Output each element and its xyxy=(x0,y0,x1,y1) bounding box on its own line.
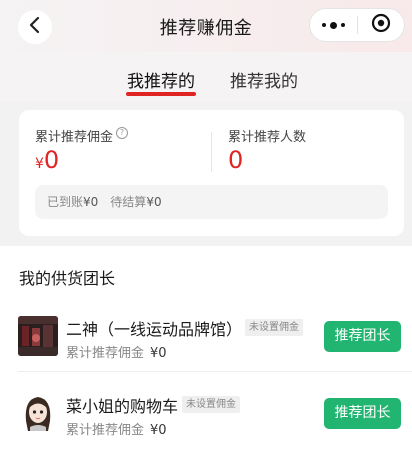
leader-commission: 累计推荐佣金 ¥0 xyxy=(66,419,167,438)
settlement-bar: 已到账¥0 待结算¥0 xyxy=(35,185,388,219)
nav-bar: 推荐赚佣金 xyxy=(0,0,412,52)
commission-label: 累计推荐佣金 xyxy=(35,130,114,145)
tab-recommended-me[interactable]: 推荐我的 xyxy=(230,67,298,92)
avatar xyxy=(18,391,58,431)
section-title: 我的供货团长 xyxy=(19,269,116,288)
stat-divider xyxy=(211,132,212,172)
commission-status-tag: 未设置佣金 xyxy=(245,319,303,336)
target-close-icon xyxy=(371,13,391,37)
tab-bar: 我推荐的 推荐我的 xyxy=(0,52,412,102)
tab-my-recommended[interactable]: 我推荐的 xyxy=(127,67,195,92)
leader-commission: 累计推荐佣金 ¥0 xyxy=(66,342,167,361)
close-button[interactable] xyxy=(358,9,405,41)
summary-card: 累计推荐佣金 ? ¥0 累计推荐人数 0 已到账¥0 待结算¥0 xyxy=(19,110,404,236)
leader-commission-label: 累计推荐佣金 xyxy=(66,346,145,361)
miniapp-capsule xyxy=(309,8,405,42)
recommend-leader-button[interactable]: 推荐团长 xyxy=(324,321,401,352)
more-dots-icon xyxy=(321,21,345,29)
arrived-label: 已到账 xyxy=(47,195,84,209)
list-item: 菜小姐的购物车 未设置佣金 累计推荐佣金 ¥0 推荐团长 xyxy=(0,391,412,454)
people-label: 累计推荐人数 xyxy=(228,130,307,145)
pending-label: 待结算 xyxy=(110,195,147,209)
help-icon[interactable]: ? xyxy=(116,127,128,139)
more-button[interactable] xyxy=(310,9,357,41)
active-tab-indicator xyxy=(126,92,196,96)
avatar xyxy=(18,316,58,356)
commission-amount: 0 xyxy=(43,146,60,174)
commission-status-tag: 未设置佣金 xyxy=(182,396,240,413)
leader-name: 菜小姐的购物车 xyxy=(66,397,179,416)
leader-commission-label: 累计推荐佣金 xyxy=(66,423,145,438)
leader-commission-value: ¥0 xyxy=(150,346,167,361)
commission-value: ¥0 xyxy=(35,146,59,174)
recommend-leader-button[interactable]: 推荐团长 xyxy=(324,398,401,429)
currency-symbol: ¥ xyxy=(35,156,44,172)
leader-name: 二神（一线运动品牌馆） xyxy=(66,320,243,339)
pending-value: ¥0 xyxy=(146,195,162,209)
arrived-value: ¥0 xyxy=(83,195,99,209)
list-item: 二神（一线运动品牌馆） 未设置佣金 累计推荐佣金 ¥0 推荐团长 xyxy=(0,316,412,392)
people-value: 0 xyxy=(228,146,244,174)
leader-commission-value: ¥0 xyxy=(150,423,167,438)
row-divider xyxy=(18,371,412,372)
